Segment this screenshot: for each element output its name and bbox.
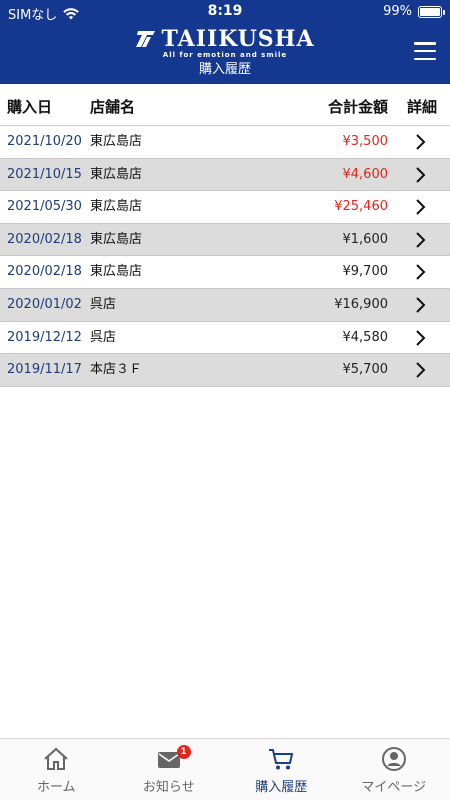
logo-text: TAIIKUSHA <box>161 26 315 52</box>
chevron-right-icon[interactable] <box>412 166 428 184</box>
table-row[interactable]: 2020/02/18 東広島店 ¥9,700 <box>0 256 450 289</box>
total-amount: ¥16,900 <box>334 296 388 312</box>
chevron-right-icon[interactable] <box>412 231 428 249</box>
store-name: 東広島店 <box>90 199 143 215</box>
total-amount: ¥4,600 <box>342 166 389 182</box>
total-amount: ¥9,700 <box>342 264 389 280</box>
nav-item-notifications[interactable]: 1 お知らせ <box>113 739 226 800</box>
total-amount: ¥5,700 <box>342 362 389 378</box>
store-name: 東広島店 <box>90 166 143 182</box>
total-amount: ¥4,580 <box>342 329 389 345</box>
table-row[interactable]: 2020/02/18 東広島店 ¥1,600 <box>0 223 450 257</box>
user-icon <box>381 747 406 771</box>
purchase-date: 2019/12/12 <box>7 329 82 345</box>
column-header-amount: 合計金額 <box>327 98 388 116</box>
purchase-date: 2021/05/30 <box>7 199 82 215</box>
nav-item-mypage[interactable]: マイページ <box>338 739 450 800</box>
total-amount: ¥3,500 <box>342 134 389 149</box>
total-amount: ¥25,460 <box>334 199 388 215</box>
store-name: 本店３Ｆ <box>90 362 143 378</box>
purchase-date: 2019/11/17 <box>7 362 82 378</box>
table-header: 購入日 店舗名 合計金額 詳細 <box>0 84 450 126</box>
store-name: 東広島店 <box>90 134 143 149</box>
hamburger-menu-icon[interactable] <box>414 42 436 60</box>
logo: TAIIKUSHA <box>0 26 450 52</box>
app-header: SIMなし 8:19 99% TAIIKUSHA All for emotion… <box>0 0 450 84</box>
chevron-right-icon[interactable] <box>412 329 428 347</box>
table-row[interactable]: 2019/11/17 本店３Ｆ ¥5,700 <box>0 354 450 387</box>
chevron-right-icon[interactable] <box>412 361 428 379</box>
tagline: All for emotion and smile <box>162 51 288 59</box>
nav-item-home[interactable]: ホーム <box>0 739 113 800</box>
brand-block: TAIIKUSHA All for emotion and smile 購入履歴 <box>0 26 450 79</box>
column-header-detail: 詳細 <box>406 98 437 116</box>
store-name: 東広島店 <box>90 231 143 247</box>
purchase-date: 2020/02/18 <box>7 231 82 247</box>
brand-mark-icon <box>136 31 156 47</box>
nav-label: ホーム <box>36 780 76 795</box>
table-row[interactable]: 2021/10/15 東広島店 ¥4,600 <box>0 158 450 192</box>
column-header-store: 店舗名 <box>90 98 136 116</box>
chevron-right-icon[interactable] <box>412 133 428 151</box>
nav-item-purchase-history[interactable]: 購入履歴 <box>225 739 338 800</box>
battery-level <box>420 7 440 16</box>
chevron-right-icon[interactable] <box>412 296 428 314</box>
purchase-date: 2020/01/02 <box>7 296 82 312</box>
nav-label: お知らせ <box>142 780 195 795</box>
purchase-date: 2021/10/15 <box>7 166 82 182</box>
chevron-right-icon[interactable] <box>412 263 428 281</box>
store-name: 呉店 <box>90 329 117 345</box>
purchase-list: 2021/10/20 東広島店 ¥3,500 2021/10/15 東広島店 ¥… <box>0 126 450 387</box>
table-row[interactable]: 2019/12/12 呉店 ¥4,580 <box>0 322 450 355</box>
nav-label: 購入履歴 <box>255 780 308 795</box>
store-name: 呉店 <box>90 296 117 312</box>
chevron-right-icon[interactable] <box>412 198 428 216</box>
battery-percent: 99% <box>383 4 412 19</box>
home-icon <box>44 747 68 770</box>
cart-icon <box>269 749 294 770</box>
purchase-date: 2020/02/18 <box>7 264 82 280</box>
battery-icon <box>418 5 445 18</box>
bottom-nav: ホーム 1 お知らせ 購入履歴 マイページ <box>0 738 450 800</box>
table-row[interactable]: 2021/10/20 東広島店 ¥3,500 <box>0 126 450 159</box>
status-bar: SIMなし 8:19 99% <box>0 0 450 24</box>
column-header-date: 購入日 <box>7 98 53 116</box>
nav-label: マイページ <box>361 780 427 795</box>
store-name: 東広島店 <box>90 264 143 280</box>
page-title: 購入履歴 <box>198 62 251 77</box>
purchase-date: 2021/10/20 <box>7 134 82 149</box>
total-amount: ¥1,600 <box>342 231 389 247</box>
notification-badge: 1 <box>176 745 191 759</box>
table-row[interactable]: 2021/05/30 東広島店 ¥25,460 <box>0 191 450 224</box>
table-row[interactable]: 2020/01/02 呉店 ¥16,900 <box>0 288 450 322</box>
